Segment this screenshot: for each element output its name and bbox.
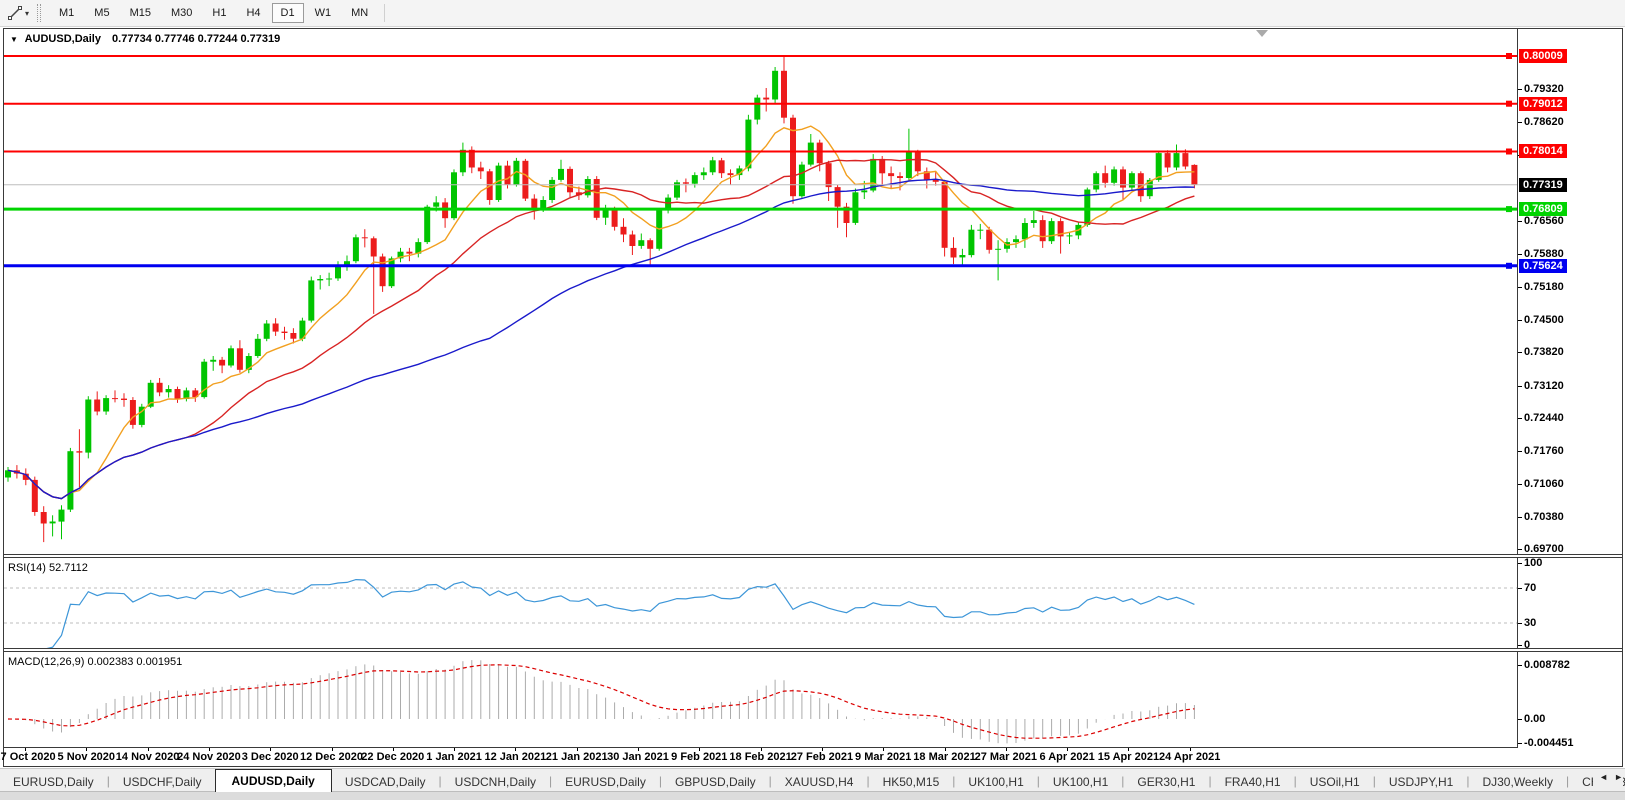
timeframe-button-m30[interactable]: M30 bbox=[162, 3, 201, 23]
macd-pane-splitter[interactable] bbox=[4, 648, 1622, 652]
timeframe-button-w1[interactable]: W1 bbox=[306, 3, 341, 23]
macd-chart-canvas[interactable] bbox=[4, 653, 1517, 747]
tab-usdjpy-h1[interactable]: USDJPY,H1 bbox=[1376, 772, 1466, 792]
tab-fra40-h1[interactable]: FRA40,H1 bbox=[1212, 772, 1294, 792]
tab-dj30-weekly[interactable]: DJ30,Weekly bbox=[1469, 772, 1565, 792]
tab-uk100-h1[interactable]: UK100,H1 bbox=[955, 772, 1036, 792]
symbol-period-label: AUDUSD,Daily bbox=[25, 33, 101, 45]
tab-eurusd-daily[interactable]: EURUSD,Daily bbox=[0, 772, 107, 792]
chart-title: ▼ AUDUSD,Daily 0.77734 0.77746 0.77244 0… bbox=[10, 33, 280, 45]
rsi-line bbox=[17, 580, 1195, 648]
toolbar-grip[interactable] bbox=[37, 4, 41, 22]
tab-usoil-h1[interactable]: USOil,H1 bbox=[1297, 772, 1373, 792]
tab-hk50-m15[interactable]: HK50,M15 bbox=[870, 772, 953, 792]
mt4-application: ▾ M1M5M15M30H1H4D1W1MN ▼ AUDUSD,Daily 0.… bbox=[0, 0, 1625, 799]
tab-eurusd-daily[interactable]: EURUSD,Daily bbox=[552, 772, 659, 792]
rsi-pane-splitter[interactable] bbox=[4, 554, 1622, 558]
price-chart-canvas[interactable] bbox=[4, 29, 1517, 554]
tab-gbpusd-daily[interactable]: GBPUSD,Daily bbox=[662, 772, 769, 792]
ma-slow-line bbox=[8, 179, 1194, 498]
rsi-label: RSI(14) 52.7112 bbox=[8, 562, 88, 574]
chevron-down-icon[interactable]: ▾ bbox=[25, 9, 29, 18]
chart-tab-bar: EURUSD,Daily|USDCHF,DailyAUDUSD,DailyUSD… bbox=[0, 768, 1625, 792]
timeframe-button-d1[interactable]: D1 bbox=[272, 3, 304, 23]
tab-audusd-daily[interactable]: AUDUSD,Daily bbox=[215, 769, 332, 792]
tab-ger30-h1[interactable]: GER30,H1 bbox=[1124, 772, 1208, 792]
tab-xauusd-h4[interactable]: XAUUSD,H4 bbox=[772, 772, 867, 792]
date-axis-line bbox=[3, 747, 1518, 748]
ohlc-values: 0.77734 0.77746 0.77244 0.77319 bbox=[112, 33, 280, 45]
timeframe-button-m15[interactable]: M15 bbox=[121, 3, 160, 23]
macd-label: MACD(12,26,9) 0.002383 0.001951 bbox=[8, 656, 182, 668]
tab-uk100-h1[interactable]: UK100,H1 bbox=[1040, 772, 1121, 792]
timeframe-button-h1[interactable]: H1 bbox=[203, 3, 235, 23]
tab-usdchf-daily[interactable]: USDCHF,Daily bbox=[110, 772, 215, 792]
candles-layer bbox=[5, 56, 1197, 542]
ma-fast-line bbox=[8, 126, 1194, 499]
toolbar-separator bbox=[384, 4, 385, 22]
timeframe-button-m5[interactable]: M5 bbox=[85, 3, 118, 23]
collapse-triangle-icon[interactable]: ▼ bbox=[10, 35, 18, 44]
timeframe-toolbar: ▾ M1M5M15M30H1H4D1W1MN bbox=[0, 0, 1625, 27]
rsi-chart-canvas[interactable] bbox=[4, 559, 1517, 648]
tab-usdcnh-daily[interactable]: USDCNH,Daily bbox=[442, 772, 549, 792]
crosshair-tool-icon[interactable] bbox=[6, 4, 24, 22]
price-axis-line bbox=[1517, 28, 1518, 747]
timeframe-button-m1[interactable]: M1 bbox=[50, 3, 83, 23]
tab-usdcad-daily[interactable]: USDCAD,Daily bbox=[332, 772, 439, 792]
timeframe-button-mn[interactable]: MN bbox=[342, 3, 377, 23]
timeframe-button-h4[interactable]: H4 bbox=[237, 3, 269, 23]
